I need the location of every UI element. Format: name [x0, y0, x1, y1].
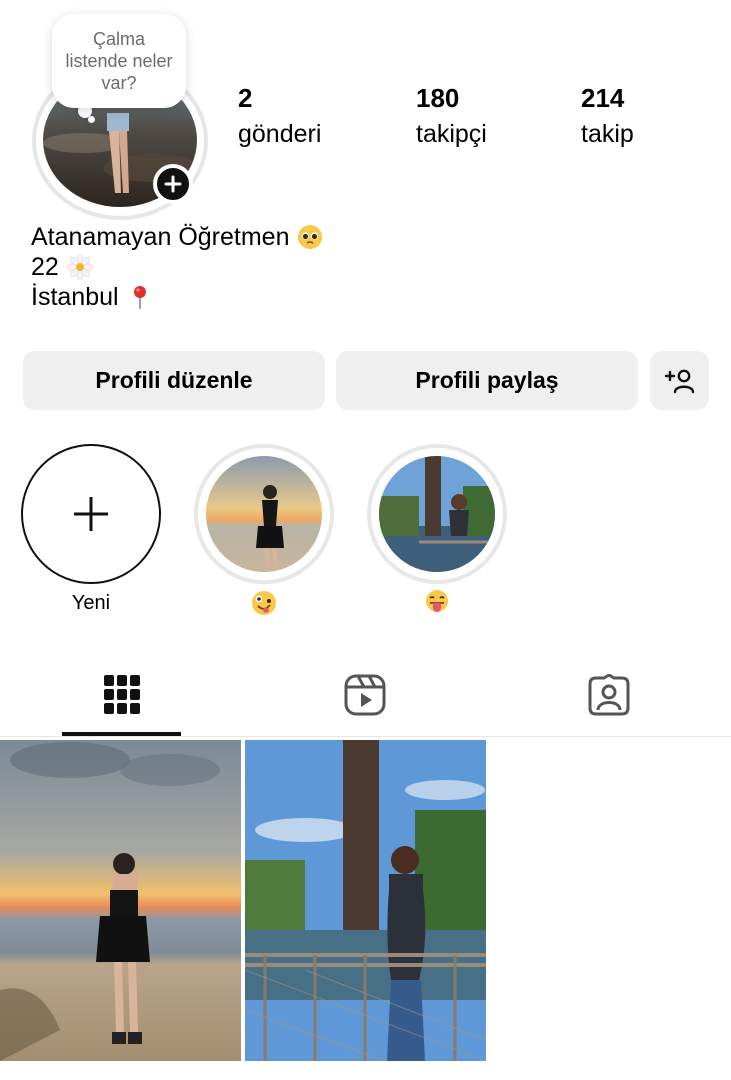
bio-age: 22 [31, 253, 59, 281]
new-highlight-label: Yeni [71, 591, 111, 614]
active-tab-indicator [62, 732, 181, 736]
highlight-2-label [367, 590, 507, 616]
plus-icon [74, 497, 108, 531]
add-person-icon [664, 369, 694, 393]
followers-label: takipçi [416, 120, 487, 148]
tab-tagged[interactable] [549, 655, 669, 735]
tab-reels[interactable] [305, 655, 425, 735]
highlight-1[interactable] [194, 444, 334, 616]
tagged-icon [588, 674, 630, 716]
note-bubble[interactable]: Çalma listende neler var? [52, 14, 186, 108]
bio-location-line: İstanbul [31, 282, 323, 312]
post-thumbnail[interactable] [0, 740, 241, 1061]
new-highlight-circle[interactable] [21, 444, 161, 584]
edit-profile-button[interactable]: Profili düzenle [23, 351, 325, 410]
display-name: Atanamayan Öğretmen [31, 223, 290, 251]
highlight-1-label [194, 590, 334, 616]
edit-profile-label: Profili düzenle [95, 367, 253, 393]
following-count: 214 [581, 83, 625, 113]
add-story-button[interactable] [153, 164, 193, 204]
zany-face-icon [252, 591, 276, 615]
highlight-1-circle[interactable] [194, 444, 334, 584]
followers-stat[interactable]: 180 takipçi [416, 82, 487, 150]
share-profile-label: Profili paylaş [415, 367, 559, 393]
followers-count: 180 [416, 83, 460, 113]
grid-icon [104, 675, 140, 714]
note-tail-small [88, 116, 95, 123]
posts-count: 2 [238, 83, 253, 113]
plus-icon [164, 175, 182, 193]
profile-bio: Atanamayan Öğretmen 22 İstanbul [31, 222, 323, 312]
following-stat[interactable]: 214 takip [581, 82, 634, 150]
pin-icon [133, 286, 146, 309]
bio-name-line: Atanamayan Öğretmen [31, 222, 323, 252]
highlight-1-cover [206, 456, 322, 572]
share-profile-button[interactable]: Profili paylaş [336, 351, 638, 410]
post-thumbnail[interactable] [245, 740, 486, 1061]
tongue-face-icon [426, 590, 448, 612]
tab-posts[interactable] [62, 655, 182, 735]
posts-label: gönderi [238, 120, 322, 148]
reels-icon [344, 674, 386, 716]
daisy-icon [66, 254, 93, 280]
highlight-2-cover [379, 456, 495, 572]
bio-age-line: 22 [31, 252, 323, 282]
posts-stat[interactable]: 2 gönderi [238, 82, 321, 150]
highlight-2-circle[interactable] [367, 444, 507, 584]
highlight-2[interactable] [367, 444, 507, 616]
discover-people-button[interactable] [650, 351, 709, 410]
bio-location: İstanbul [31, 283, 119, 311]
note-text: Çalma listende neler var? [65, 29, 173, 93]
profile-tabs [0, 655, 731, 737]
following-label: takip [581, 120, 634, 148]
pleading-face-icon [298, 225, 323, 249]
new-highlight[interactable]: Yeni [21, 444, 161, 616]
